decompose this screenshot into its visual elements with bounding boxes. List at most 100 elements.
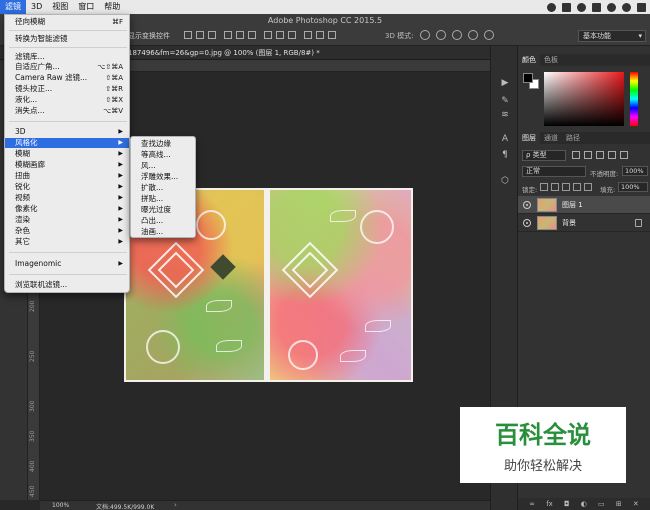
menu-view[interactable]: 视图	[47, 0, 73, 14]
menu-item-distort[interactable]: 扭曲 ▶	[5, 171, 129, 181]
foreground-color-swatch[interactable]	[523, 73, 533, 83]
submenu-item-contour[interactable]: 等高线...	[131, 150, 195, 160]
submenu-item-solarize[interactable]: 曝光过度	[131, 205, 195, 215]
wechat-icon[interactable]	[562, 2, 571, 12]
menu-item-liquify[interactable]: 液化... ⇧⌘X	[5, 95, 129, 105]
menu-item-blur[interactable]: 模糊 ▶	[5, 149, 129, 159]
menu-item-imagenomic[interactable]: Imagenomic ▶	[5, 259, 129, 269]
document-tab[interactable]: 187496&fm=26&gp=0.jpg @ 100% (图层 1, RGB/…	[128, 46, 320, 60]
align-center-icon[interactable]	[236, 31, 244, 39]
menu-item-blur-gallery[interactable]: 模糊画廊 ▶	[5, 160, 129, 170]
eye-icon[interactable]	[523, 201, 531, 209]
menu-item-radial-blur[interactable]: 径向模糊 ⌘F	[5, 17, 129, 27]
submenu-item-oil-paint[interactable]: 油画...	[131, 227, 195, 237]
trash-icon[interactable]: ✕	[633, 500, 639, 508]
brush-preset-icon[interactable]: ✎	[500, 96, 510, 106]
zoom-level[interactable]: 100%	[52, 502, 69, 509]
align-right-icon[interactable]	[248, 31, 256, 39]
opacity-input[interactable]: 100%	[622, 166, 648, 176]
hue-slider[interactable]	[630, 72, 638, 126]
fx-icon[interactable]: fx	[546, 500, 553, 508]
lock-all-icon[interactable]	[584, 183, 592, 191]
tab-swatches[interactable]: 色板	[540, 54, 562, 66]
menu-item-other[interactable]: 其它 ▶	[5, 237, 129, 247]
distribute-bottom-icon[interactable]	[288, 31, 296, 39]
menu-item-noise[interactable]: 杂色 ▶	[5, 226, 129, 236]
new-layer-icon[interactable]: ⊞	[616, 500, 622, 508]
menu-item-3d[interactable]: 3D ▶	[5, 127, 129, 137]
menu-3d[interactable]: 3D	[26, 0, 47, 14]
wifi-icon[interactable]	[607, 2, 616, 12]
distribute-middle-icon[interactable]	[276, 31, 284, 39]
menu-item-render[interactable]: 渲染 ▶	[5, 215, 129, 225]
menu-item-sharpen[interactable]: 锐化 ▶	[5, 182, 129, 192]
3d-scale-icon[interactable]	[484, 30, 494, 40]
align-middle-icon[interactable]	[196, 31, 204, 39]
menu-list-icon[interactable]	[637, 2, 646, 12]
menu-item-video[interactable]: 视频 ▶	[5, 193, 129, 203]
distribute-center-icon[interactable]	[316, 31, 324, 39]
filter-pixel-icon[interactable]	[572, 151, 580, 159]
3d-roll-icon[interactable]	[436, 30, 446, 40]
distribute-right-icon[interactable]	[328, 31, 336, 39]
lock-position-icon[interactable]	[562, 183, 570, 191]
align-bottom-icon[interactable]	[208, 31, 216, 39]
tab-color[interactable]: 颜色	[518, 54, 540, 66]
tab-layers[interactable]: 图层	[518, 132, 540, 144]
layer-row[interactable]: 背景	[518, 214, 650, 232]
submenu-item-diffuse[interactable]: 扩散...	[131, 183, 195, 193]
3d-cube-icon[interactable]: ⬡	[500, 176, 510, 186]
character-icon[interactable]: A	[500, 134, 510, 144]
layer-row[interactable]: 图层 1	[518, 196, 650, 214]
history-icon[interactable]: ▶	[500, 78, 510, 88]
link-icon[interactable]: ∞	[529, 500, 535, 508]
tab-paths[interactable]: 路径	[562, 132, 584, 144]
filter-type-icon[interactable]	[596, 151, 604, 159]
chevron-right-icon[interactable]: ›	[174, 501, 177, 509]
submenu-item-emboss[interactable]: 浮雕效果...	[131, 172, 195, 182]
adjustments-icon[interactable]: ≋	[500, 110, 510, 120]
filter-adjustment-icon[interactable]	[584, 151, 592, 159]
menu-item-browse-online-filters[interactable]: 浏览联机滤镜...	[5, 280, 129, 290]
menu-help[interactable]: 帮助	[99, 0, 125, 14]
align-top-icon[interactable]	[184, 31, 192, 39]
eye-icon[interactable]	[523, 219, 531, 227]
menu-item-pixelate[interactable]: 像素化 ▶	[5, 204, 129, 214]
user-icon[interactable]	[622, 2, 631, 12]
show-transform-controls-checkbox[interactable]: 显示变换控件	[128, 31, 170, 41]
submenu-item-find-edges[interactable]: 查找边缘	[131, 139, 195, 149]
submenu-item-wind[interactable]: 风...	[131, 161, 195, 171]
tab-channels[interactable]: 通道	[540, 132, 562, 144]
menu-item-filter-gallery[interactable]: 滤镜库...	[5, 52, 129, 62]
folder-icon[interactable]: ▭	[598, 500, 605, 508]
bell-icon[interactable]	[577, 2, 586, 12]
lock-artboard-icon[interactable]	[573, 183, 581, 191]
paragraph-icon[interactable]: ¶	[500, 150, 510, 160]
menu-item-convert-smart-filter[interactable]: 转换为智能滤镜	[5, 34, 129, 44]
menu-item-stylize[interactable]: 风格化 ▶	[5, 138, 129, 148]
fill-input[interactable]: 100%	[618, 182, 648, 192]
menu-item-lens-correction[interactable]: 镜头校正... ⇧⌘R	[5, 84, 129, 94]
distribute-top-icon[interactable]	[264, 31, 272, 39]
3d-pan-icon[interactable]	[452, 30, 462, 40]
filter-shape-icon[interactable]	[608, 151, 616, 159]
3d-orbit-icon[interactable]	[420, 30, 430, 40]
menu-item-vanishing-point[interactable]: 消失点... ⌥⌘V	[5, 106, 129, 116]
mask-icon[interactable]: ◘	[564, 500, 570, 508]
3d-slide-icon[interactable]	[468, 30, 478, 40]
lock-transparent-icon[interactable]	[540, 183, 548, 191]
layer-filter-select[interactable]: ρ 类型	[522, 150, 566, 161]
submenu-item-tiles[interactable]: 拼贴...	[131, 194, 195, 204]
submenu-item-extrude[interactable]: 凸出...	[131, 216, 195, 226]
lock-image-icon[interactable]	[551, 183, 559, 191]
battery-icon[interactable]	[592, 2, 601, 12]
qq-icon[interactable]	[547, 2, 556, 12]
align-left-icon[interactable]	[224, 31, 232, 39]
menu-item-adaptive-wide-angle[interactable]: 自适应广角... ⌥⇧⌘A	[5, 62, 129, 72]
adjustment-layer-icon[interactable]: ◐	[581, 500, 587, 508]
menu-item-camera-raw[interactable]: Camera Raw 滤镜... ⇧⌘A	[5, 73, 129, 83]
color-picker-field[interactable]	[544, 72, 624, 126]
blend-mode-select[interactable]: 正常	[522, 166, 586, 177]
filter-smart-object-icon[interactable]	[620, 151, 628, 159]
distribute-left-icon[interactable]	[304, 31, 312, 39]
